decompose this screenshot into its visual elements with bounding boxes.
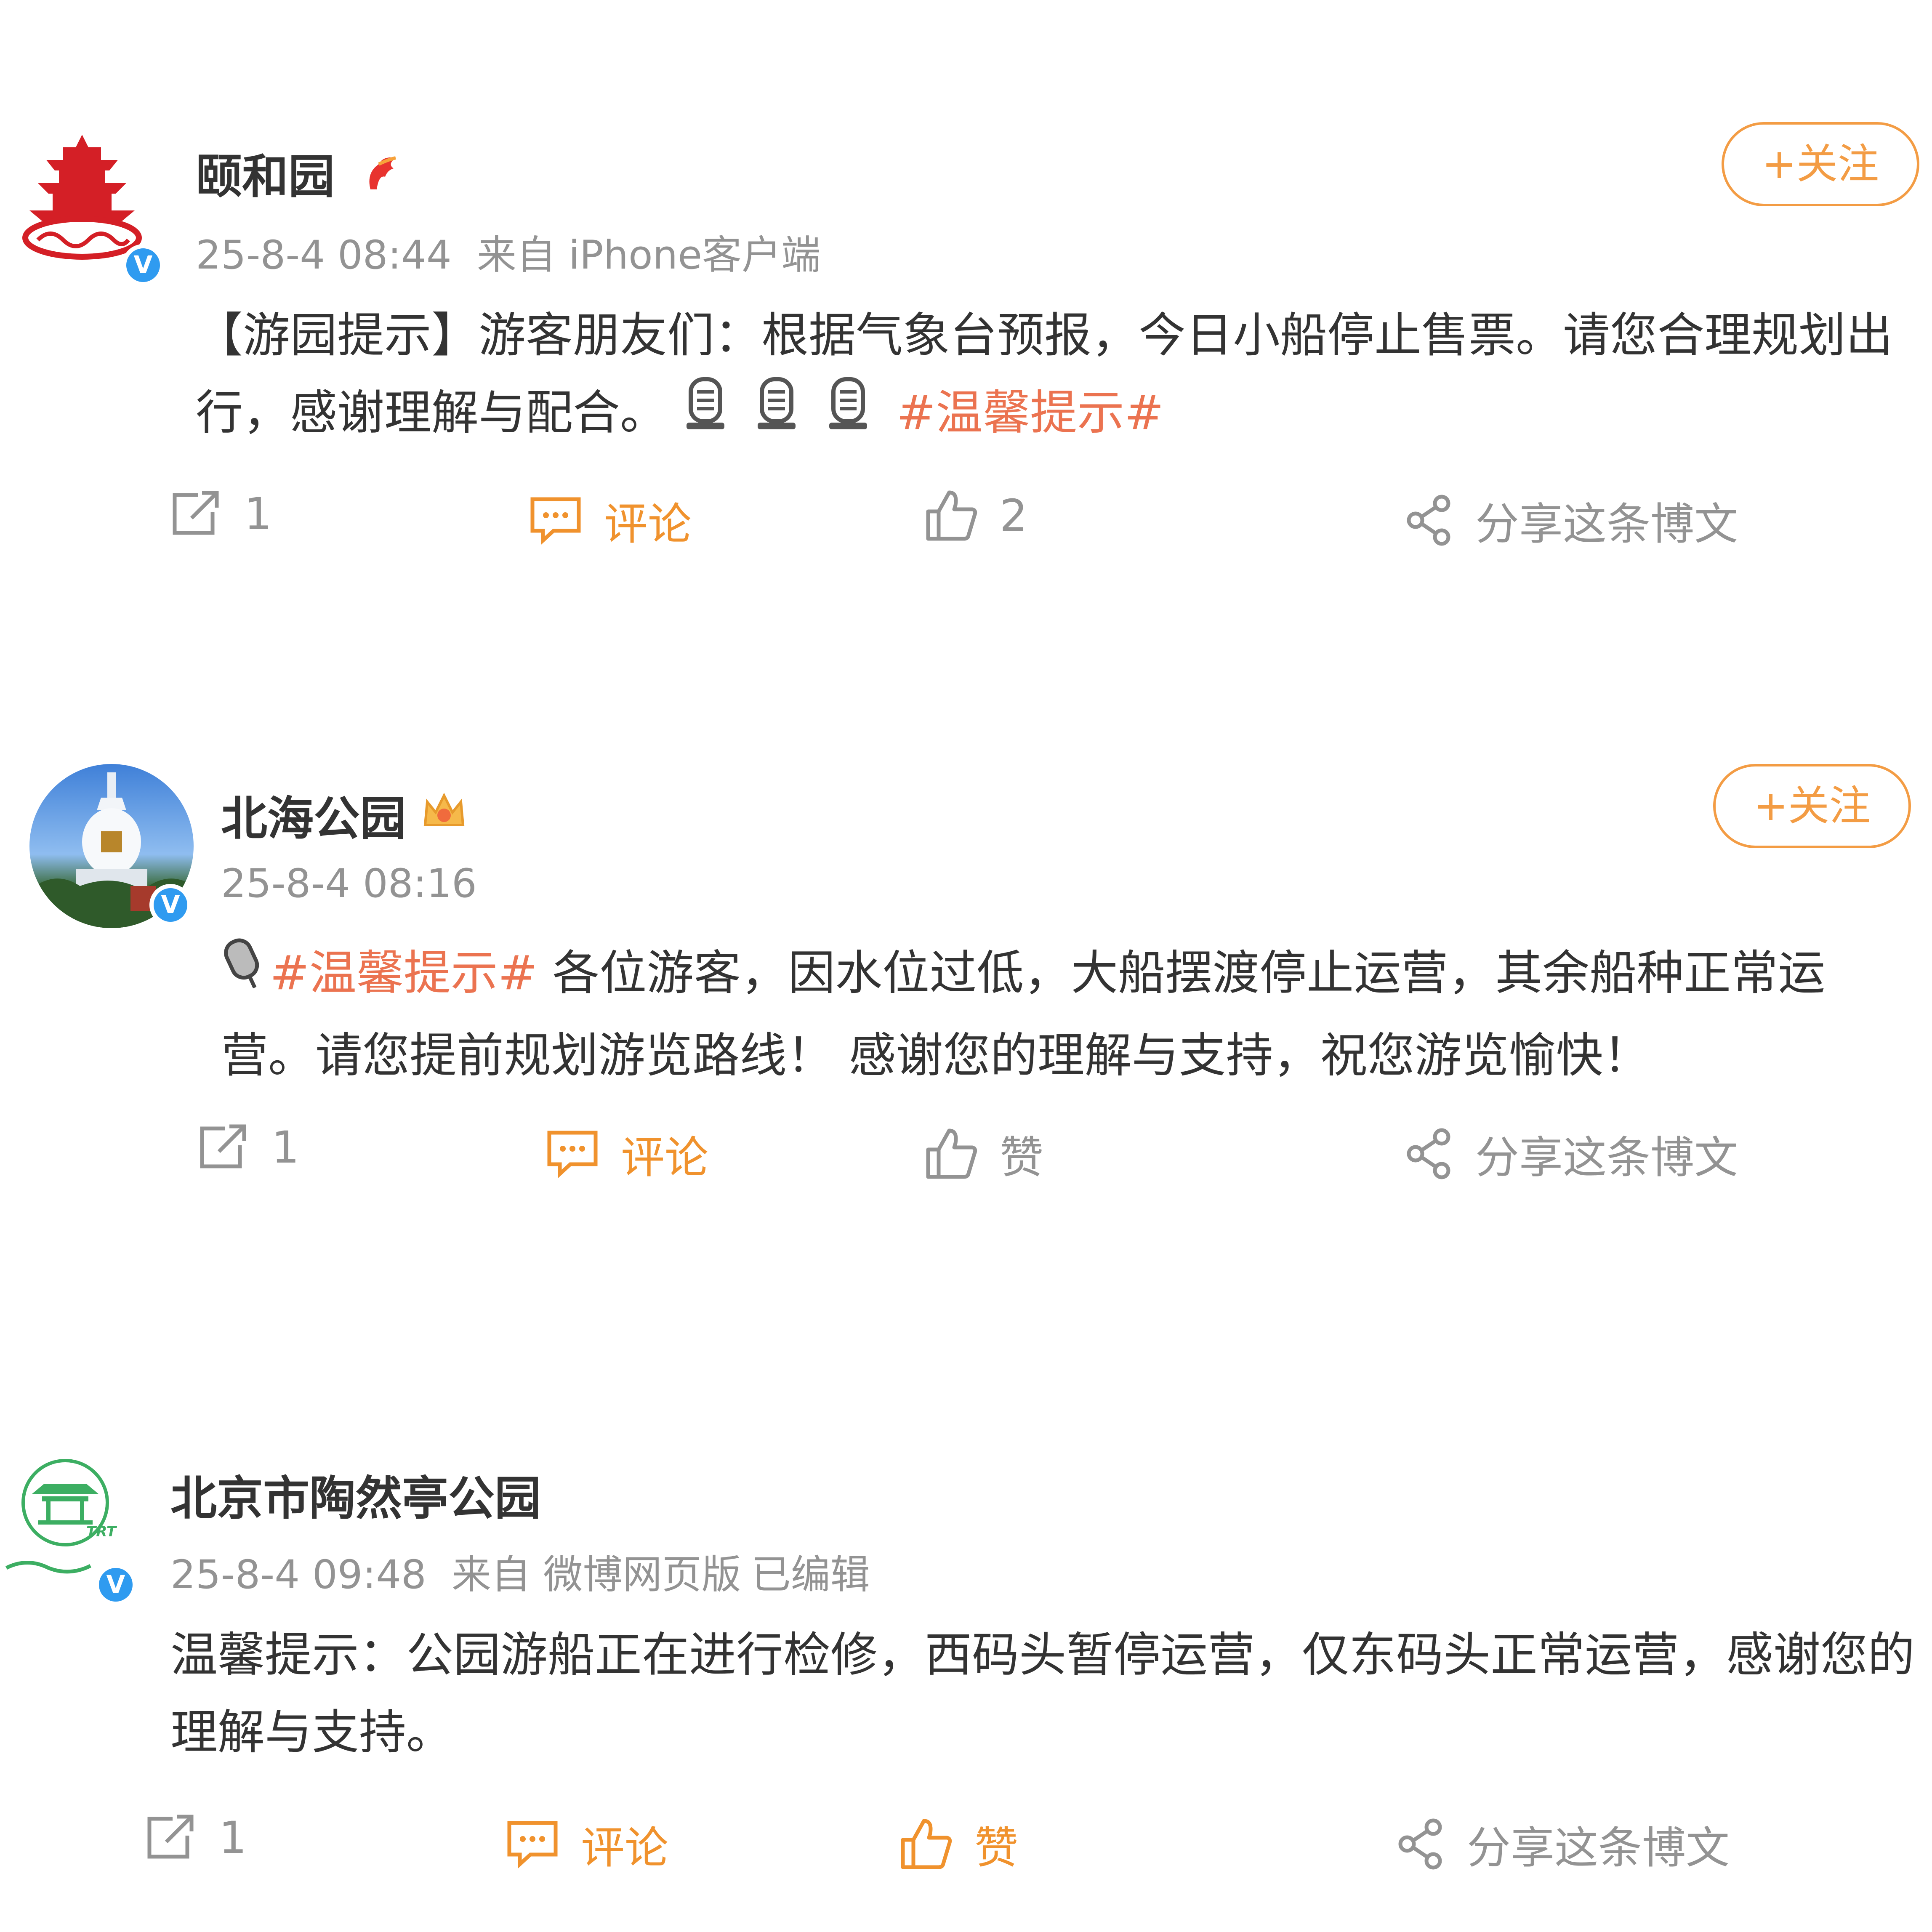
- comment-icon: [507, 1821, 558, 1868]
- comment-button[interactable]: 评论: [505, 1812, 668, 1876]
- avatar[interactable]: TRT: [2, 1448, 137, 1583]
- weibo-post-3: TRT V 北京市陶然亭公园 25-8-4 09:48 来自 微博网页版 已编辑 温…: [0, 0, 1932, 1932]
- forward-count: 1: [219, 1812, 247, 1863]
- share-button[interactable]: 分享这条博文: [1395, 1812, 1730, 1876]
- user-name[interactable]: 北京市陶然亭公园: [170, 1461, 541, 1528]
- like-button[interactable]: 赞: [899, 1812, 1018, 1876]
- forward-button[interactable]: 1: [143, 1812, 247, 1863]
- share-icon: [1398, 1818, 1442, 1869]
- like-label: 赞: [974, 1822, 1019, 1873]
- post-time[interactable]: 25-8-4 09:48: [170, 1552, 426, 1598]
- taoranting-logo-icon: TRT: [5, 1459, 117, 1574]
- post-content: 温馨提示：公园游船正在进行检修，西码头暂停运营，仅东码头正常运营，感谢您的理解与…: [170, 1616, 1917, 1771]
- edited-label[interactable]: 已编辑: [751, 1552, 870, 1598]
- verified-badge-icon: V: [95, 1564, 137, 1606]
- post-meta: 25-8-4 09:48 来自 微博网页版 已编辑: [170, 1543, 895, 1600]
- share-label: 分享这条博文: [1467, 1822, 1730, 1873]
- post-source: 来自 微博网页版: [451, 1552, 741, 1598]
- thumbs-up-icon: [901, 1819, 952, 1869]
- comment-label: 评论: [581, 1822, 669, 1873]
- post-text: 温馨提示：公园游船正在进行检修，西码头暂停运营，仅东码头正常运营，感谢您的理解与…: [170, 1628, 1915, 1760]
- svg-text:TRT: TRT: [86, 1523, 117, 1540]
- forward-icon: [147, 1815, 194, 1859]
